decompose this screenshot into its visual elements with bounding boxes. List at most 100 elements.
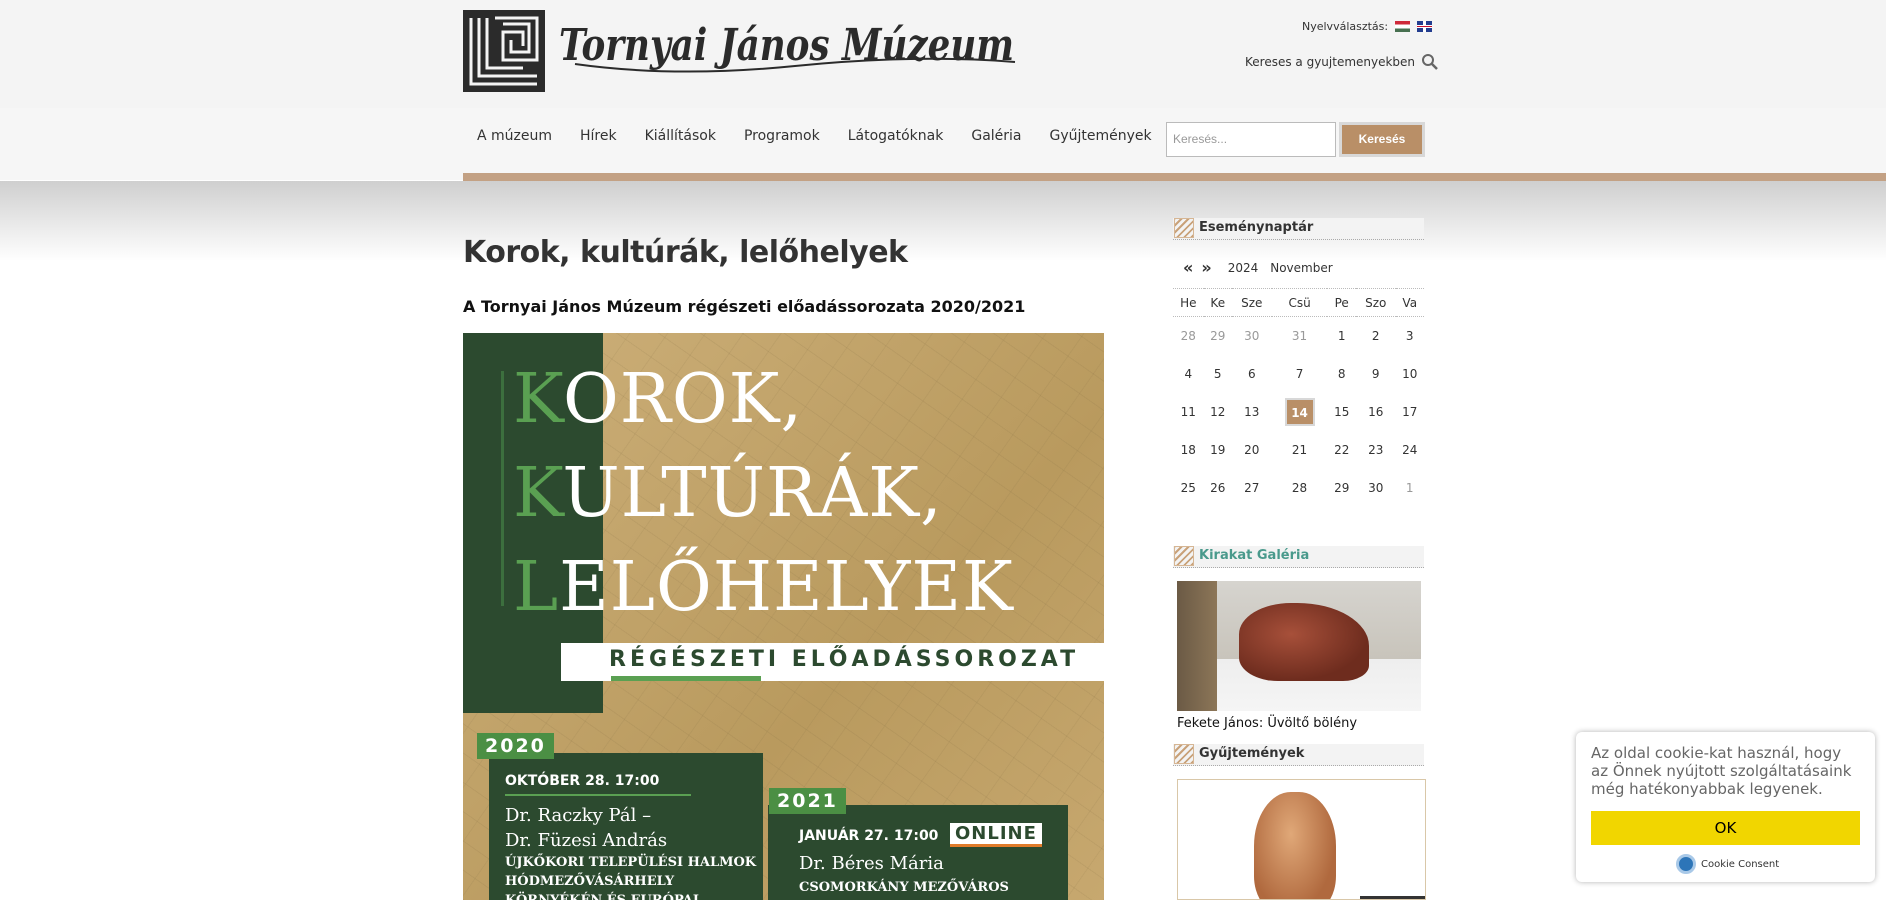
calendar-day[interactable]: 31 xyxy=(1272,317,1328,355)
calendar-day[interactable]: 16 xyxy=(1356,393,1396,431)
nav-item-gallery[interactable]: Galéria xyxy=(971,128,1021,144)
collection-search-link[interactable]: Kereses a gyujtemenyekben xyxy=(1245,53,1439,71)
cookie-ok-button[interactable]: OK xyxy=(1591,811,1860,845)
gallery-heading-link[interactable]: Kirakat Galéria xyxy=(1199,548,1309,563)
calendar-day[interactable]: 17 xyxy=(1396,393,1425,431)
today-label: 14 xyxy=(1284,397,1315,426)
calendar-day[interactable]: 21 xyxy=(1272,431,1328,469)
calendar-day[interactable]: 29 xyxy=(1327,469,1355,507)
calendar-day[interactable]: 28 xyxy=(1173,317,1204,355)
article-subtitle: A Tornyai János Múzeum régészeti előadás… xyxy=(463,297,1026,316)
calendar-day[interactable]: 6 xyxy=(1232,355,1272,393)
poster-event2-date: JANUÁR 27. 17:00 xyxy=(799,828,939,844)
weekday-header: Ke xyxy=(1203,288,1232,317)
poster-event1-topic: ÚJKŐKORI TELEPÜLÉSI HALMOK HÓDMEZŐVÁSÁRH… xyxy=(505,855,757,900)
cookie-consent-banner: Az oldal cookie-kat használ, hogy az Önn… xyxy=(1576,732,1875,882)
search-icon xyxy=(1422,54,1438,70)
header-shadow xyxy=(0,181,1886,261)
cookie-brand: Cookie Consent xyxy=(1701,858,1780,870)
lecture-series-poster[interactable]: KOROK, KULTÚRÁK, LELŐHELYEK RÉGÉSZETI EL… xyxy=(463,333,1104,900)
weekday-header: Pe xyxy=(1327,288,1356,317)
calendar-heading: Eseménynaptár xyxy=(1173,218,1424,240)
calendar-day[interactable]: 1 xyxy=(1396,469,1425,507)
gallery-heading: Kirakat Galéria xyxy=(1173,546,1424,568)
calendar-navigation: « » 2024 November xyxy=(1183,258,1333,277)
calendar-day[interactable]: 26 xyxy=(1204,469,1232,507)
calendar-day[interactable]: 4 xyxy=(1173,355,1204,393)
section-pattern-icon xyxy=(1174,218,1194,238)
calendar-prev-button[interactable]: « xyxy=(1183,258,1193,277)
section-pattern-icon xyxy=(1174,744,1194,764)
hungarian-flag-icon[interactable] xyxy=(1395,21,1411,32)
calendar-day[interactable]: 20 xyxy=(1232,431,1272,469)
calendar-day-today[interactable]: 14 xyxy=(1272,393,1328,431)
calendar-day[interactable]: 23 xyxy=(1356,431,1396,469)
poster-event1-speakers: Dr. Raczky Pál – Dr. Füzesi András xyxy=(505,805,668,851)
calendar-day[interactable]: 12 xyxy=(1204,393,1232,431)
calendar-day[interactable]: 22 xyxy=(1327,431,1355,469)
collections-heading: Gyűjtemények xyxy=(1173,744,1424,766)
language-label: Nyelvválasztás: xyxy=(1302,20,1389,33)
nav-item-collections[interactable]: Gyűjtemények xyxy=(1050,128,1152,144)
calendar-day[interactable]: 10 xyxy=(1396,355,1425,393)
calendar-day[interactable]: 13 xyxy=(1232,393,1272,431)
event-calendar: He Ke Sze Csü Pe Szo Va 28 29 30 31 1 2 … xyxy=(1173,288,1424,507)
collection-image[interactable] xyxy=(1177,779,1426,900)
collection-search-label: Kereses a gyujtemenyekben xyxy=(1245,55,1416,69)
collection-figurine xyxy=(1254,792,1336,899)
calendar-day[interactable]: 1 xyxy=(1327,317,1355,355)
calendar-day[interactable]: 28 xyxy=(1272,469,1328,507)
cookie-message: Az oldal cookie-kat használ, hogy az Önn… xyxy=(1591,744,1852,798)
nav-item-visitors[interactable]: Látogatóknak xyxy=(848,128,944,144)
search-input[interactable]: Keresés... xyxy=(1166,122,1336,157)
gallery-image[interactable] xyxy=(1177,581,1421,711)
nav-item-exhibitions[interactable]: Kiállítások xyxy=(645,128,716,144)
header-accent-bar xyxy=(463,173,1886,181)
gallery-caption[interactable]: Fekete János: Üvöltő bölény xyxy=(1177,716,1357,731)
section-pattern-icon xyxy=(1174,546,1194,566)
calendar-day[interactable]: 30 xyxy=(1232,317,1272,355)
english-flag-icon[interactable] xyxy=(1417,21,1433,32)
cookie-consent-icon xyxy=(1676,854,1696,874)
poster-band-underline xyxy=(611,676,761,681)
main-navigation: A múzeum Hírek Kiállítások Programok Lát… xyxy=(463,128,1180,144)
weekday-header: Sze xyxy=(1231,288,1272,317)
weekday-header: Csü xyxy=(1271,288,1328,317)
poster-event2-topic: CSOMORKÁNY MEZŐVÁROS xyxy=(799,880,1009,895)
calendar-day[interactable]: 5 xyxy=(1204,355,1232,393)
nav-item-museum[interactable]: A múzeum xyxy=(477,128,552,144)
calendar-day[interactable]: 27 xyxy=(1232,469,1272,507)
calendar-day[interactable]: 2 xyxy=(1356,317,1396,355)
calendar-day[interactable]: 3 xyxy=(1396,317,1425,355)
poster-event2-speaker: Dr. Béres Mária xyxy=(799,853,944,874)
museum-logo-text[interactable]: Tornyai János Múzeum xyxy=(555,14,1020,84)
poster-event1-line xyxy=(505,794,691,796)
weekday-header: Szo xyxy=(1355,288,1396,317)
calendar-day[interactable]: 7 xyxy=(1272,355,1328,393)
calendar-day[interactable]: 15 xyxy=(1327,393,1355,431)
collection-image-strip xyxy=(1360,896,1425,899)
page-title: Korok, kultúrák, lelőhelyek xyxy=(463,235,908,270)
calendar-day[interactable]: 30 xyxy=(1356,469,1396,507)
nav-item-programs[interactable]: Programok xyxy=(744,128,820,144)
calendar-day[interactable]: 24 xyxy=(1396,431,1425,469)
calendar-day[interactable]: 11 xyxy=(1173,393,1204,431)
calendar-next-button[interactable]: » xyxy=(1201,258,1211,277)
calendar-month[interactable]: November xyxy=(1270,261,1332,275)
calendar-day[interactable]: 9 xyxy=(1356,355,1396,393)
calendar-day[interactable]: 25 xyxy=(1173,469,1204,507)
poster-year-2021: 2021 xyxy=(769,788,846,814)
calendar-year[interactable]: 2024 xyxy=(1228,261,1259,275)
calendar-day[interactable]: 18 xyxy=(1173,431,1204,469)
poster-event1-date: OKTÓBER 28. 17:00 xyxy=(505,773,660,789)
calendar-day[interactable]: 19 xyxy=(1204,431,1232,469)
museum-logo-mark[interactable] xyxy=(463,10,545,92)
poster-year-2020: 2020 xyxy=(477,733,554,759)
search-button[interactable]: Keresés xyxy=(1339,122,1425,157)
bison-sculpture xyxy=(1239,603,1369,681)
gallery-image-background xyxy=(1177,581,1217,711)
calendar-day[interactable]: 29 xyxy=(1204,317,1232,355)
nav-item-news[interactable]: Hírek xyxy=(580,128,617,144)
cookie-consent-link[interactable]: Cookie Consent xyxy=(1676,854,1779,874)
calendar-day[interactable]: 8 xyxy=(1327,355,1355,393)
